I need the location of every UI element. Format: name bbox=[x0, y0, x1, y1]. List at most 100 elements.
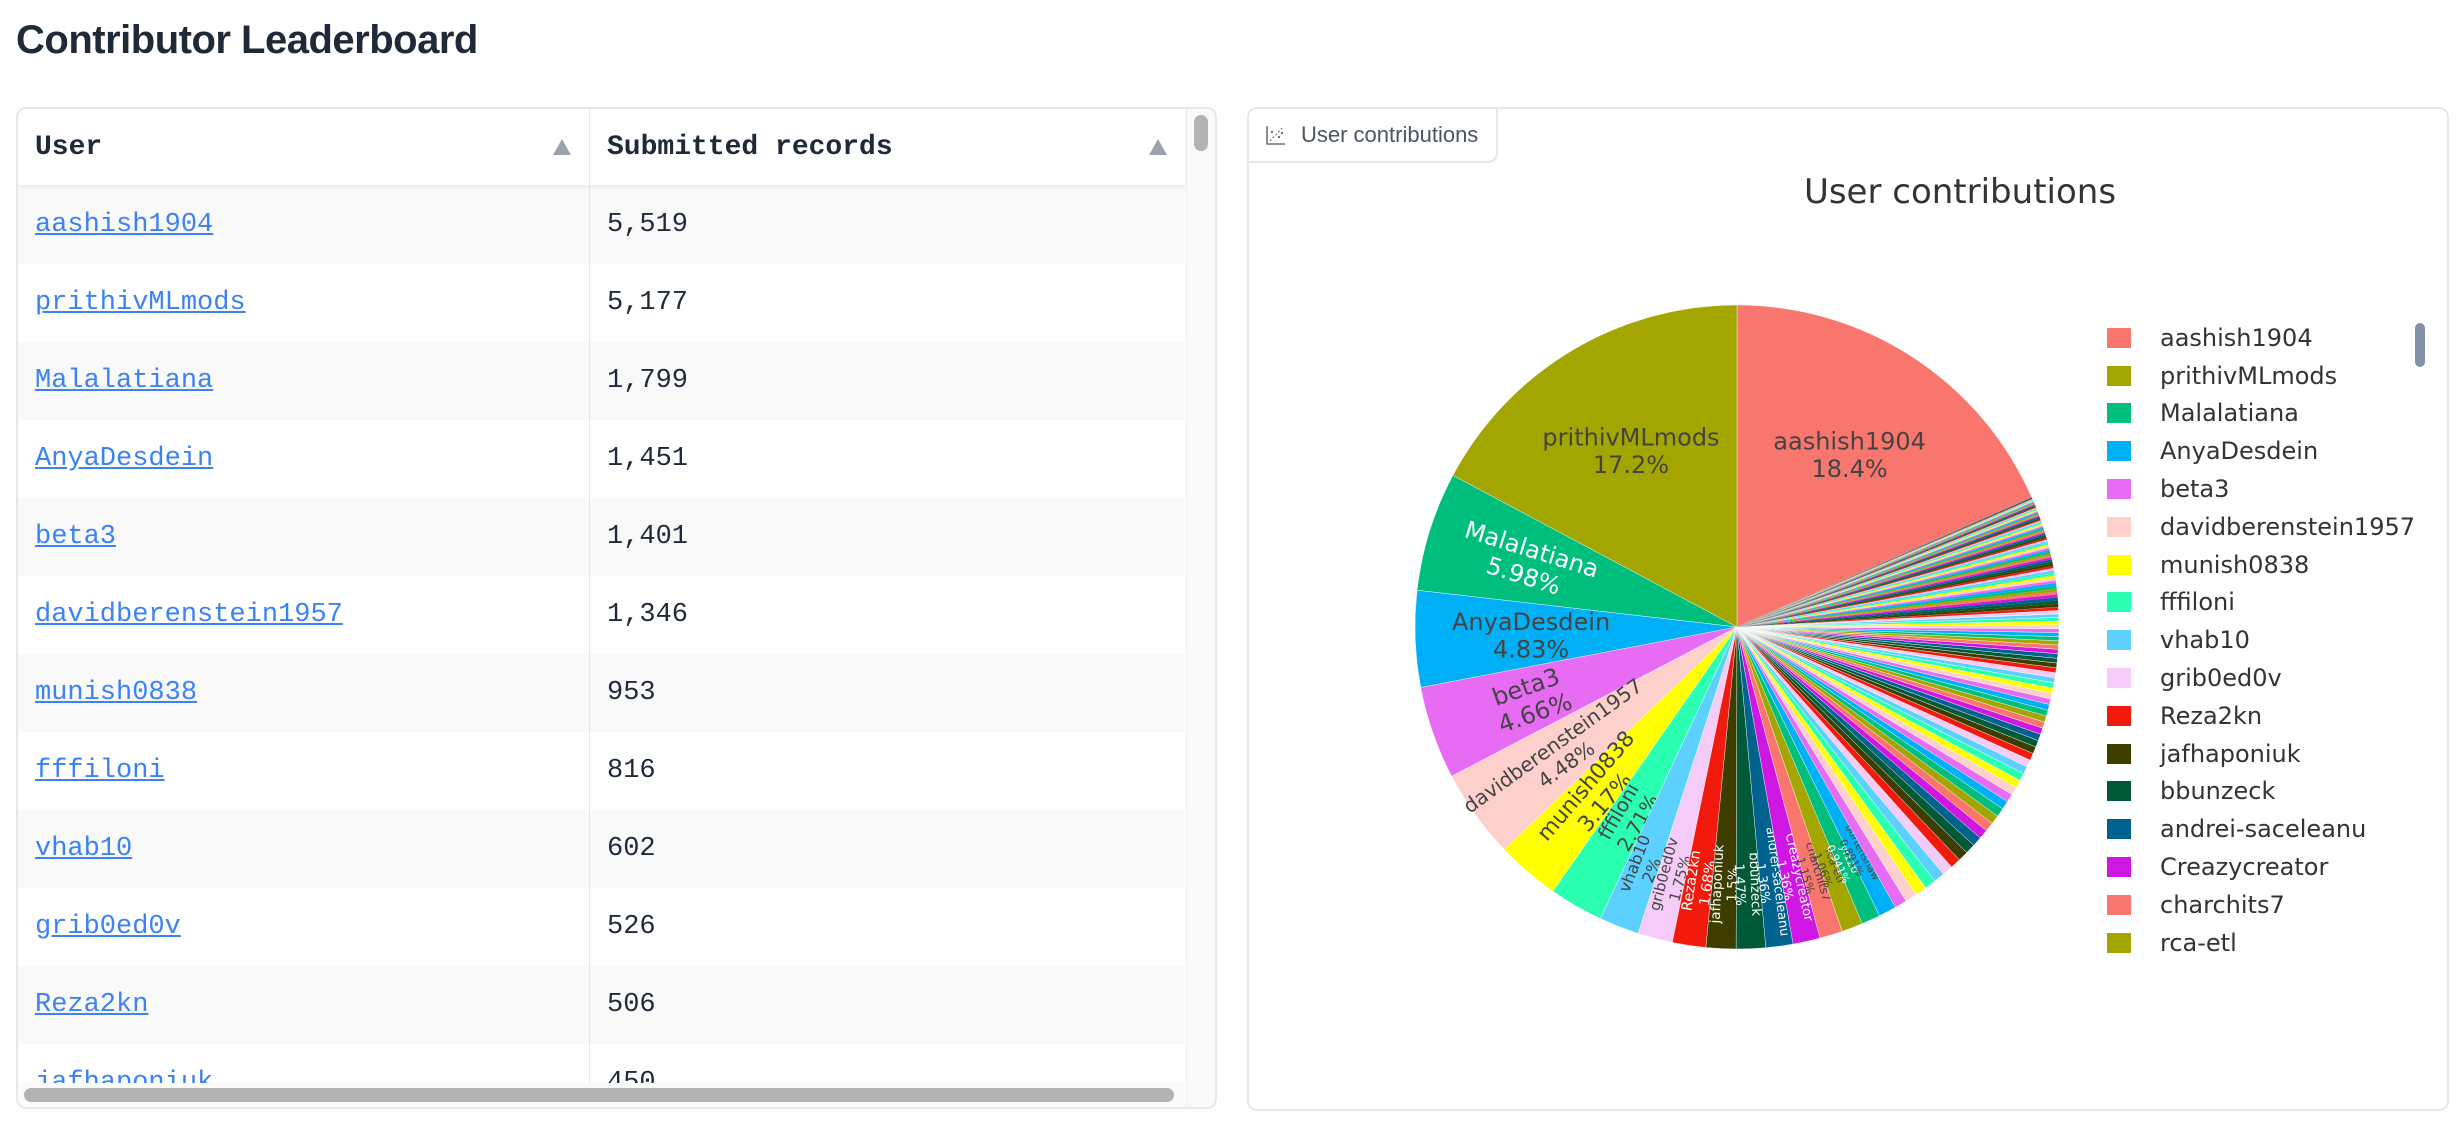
legend-swatch bbox=[2107, 705, 2131, 726]
legend-item[interactable]: aashish1904 bbox=[2099, 319, 2429, 357]
legend-swatch bbox=[2107, 743, 2131, 764]
cell-user: beta3 bbox=[18, 498, 590, 576]
legend-item[interactable]: beta3 bbox=[2099, 470, 2429, 508]
chart-icon bbox=[1266, 126, 1285, 145]
column-header-user[interactable]: User bbox=[18, 109, 590, 185]
legend-swatch bbox=[2107, 516, 2131, 537]
sort-ascending-icon[interactable] bbox=[553, 139, 571, 155]
legend-item[interactable]: andrei-saceleanu bbox=[2099, 810, 2429, 848]
sort-ascending-icon[interactable] bbox=[1149, 139, 1167, 155]
cell-user: Reza2kn bbox=[18, 966, 590, 1044]
legend-label: davidberenstein1957 bbox=[2160, 512, 2415, 541]
legend-item[interactable]: vhab10 bbox=[2099, 621, 2429, 659]
legend: aashish1904 prithivMLmods Malalatiana AnyaD… bbox=[2099, 319, 2429, 1054]
table-body: aashish1904 5,519 prithivMLmods 5,177 Mala… bbox=[18, 186, 1185, 1107]
legend-swatch bbox=[2107, 857, 2131, 878]
table-row: aashish1904 5,519 bbox=[18, 186, 1185, 264]
legend-label: grib0ed0v bbox=[2160, 664, 2282, 693]
horizontal-scrollbar[interactable] bbox=[18, 1083, 1185, 1107]
legend-swatch bbox=[2107, 365, 2131, 386]
legend-item[interactable]: charchits7 bbox=[2099, 886, 2429, 924]
legend-item[interactable]: Creazycreator bbox=[2099, 848, 2429, 886]
legend-label: aashish1904 bbox=[2160, 323, 2313, 352]
legend-label: bbunzeck bbox=[2160, 777, 2276, 806]
chart-title: User contributions bbox=[1803, 172, 2117, 212]
legend-label: fffiloni bbox=[2160, 588, 2235, 617]
user-link[interactable]: Malalatiana bbox=[35, 366, 213, 396]
cell-user: davidberenstein1957 bbox=[18, 576, 590, 654]
column-header-submitted-records[interactable]: Submitted records bbox=[590, 109, 1185, 185]
user-link[interactable]: grib0ed0v bbox=[35, 912, 181, 942]
vertical-scrollbar[interactable] bbox=[1186, 109, 1215, 1107]
cell-user: vhab10 bbox=[18, 810, 590, 888]
legend-swatch bbox=[2107, 403, 2131, 424]
cell-user: grib0ed0v bbox=[18, 888, 590, 966]
legend-scrollbar[interactable] bbox=[2415, 323, 2425, 367]
user-link[interactable]: aashish1904 bbox=[35, 210, 213, 240]
user-link[interactable]: vhab10 bbox=[35, 834, 132, 864]
table-row: prithivMLmods 5,177 bbox=[18, 264, 1185, 342]
cell-submitted-records: 953 bbox=[607, 678, 656, 708]
table-row: Malalatiana 1,799 bbox=[18, 342, 1185, 420]
cell-submitted-records: 1,799 bbox=[607, 366, 689, 396]
user-link[interactable]: prithivMLmods bbox=[35, 288, 246, 318]
cell-submitted-records: 816 bbox=[607, 756, 656, 786]
cell-user: aashish1904 bbox=[18, 186, 590, 264]
cell-user: AnyaDesdein bbox=[18, 420, 590, 498]
table-row: vhab10 602 bbox=[18, 810, 1185, 888]
legend-label: andrei-saceleanu bbox=[2160, 815, 2367, 844]
cell-user: Malalatiana bbox=[18, 342, 590, 420]
legend-item[interactable]: rca-etl bbox=[2099, 924, 2429, 962]
cell-user: prithivMLmods bbox=[18, 264, 590, 342]
legend-item[interactable]: Reza2kn bbox=[2099, 697, 2429, 735]
legend-item[interactable]: bbunzeck bbox=[2099, 773, 2429, 811]
legend-item[interactable]: fffiloni bbox=[2099, 584, 2429, 622]
legend-swatch bbox=[2107, 592, 2131, 613]
legend-swatch bbox=[2107, 479, 2131, 500]
legend-item[interactable]: grib0ed0v bbox=[2099, 659, 2429, 697]
user-link[interactable]: Reza2kn bbox=[35, 990, 148, 1020]
cell-user: munish0838 bbox=[18, 654, 590, 732]
page-title: Contributor Leaderboard bbox=[16, 18, 478, 62]
user-link[interactable]: beta3 bbox=[35, 522, 116, 552]
cell-submitted-records: 1,451 bbox=[607, 444, 689, 474]
table-row: grib0ed0v 526 bbox=[18, 888, 1185, 966]
legend-item[interactable]: AnyaDesdein bbox=[2099, 432, 2429, 470]
legend-item[interactable]: prithivMLmods bbox=[2099, 357, 2429, 395]
legend-item[interactable]: davidberenstein1957 bbox=[2099, 508, 2429, 546]
user-link[interactable]: munish0838 bbox=[35, 678, 197, 708]
legend-swatch bbox=[2107, 819, 2131, 840]
scrollbar-thumb[interactable] bbox=[1194, 115, 1208, 151]
table-row: fffiloni 816 bbox=[18, 732, 1185, 810]
column-label: User bbox=[35, 131, 103, 163]
column-label: Submitted records bbox=[607, 131, 893, 163]
user-link[interactable]: AnyaDesdein bbox=[35, 444, 213, 474]
chart-tab[interactable]: User contributions bbox=[1249, 109, 1499, 163]
legend-swatch bbox=[2107, 781, 2131, 802]
scrollbar-thumb[interactable] bbox=[24, 1088, 1174, 1102]
legend-item[interactable]: munish0838 bbox=[2099, 546, 2429, 584]
cell-user: fffiloni bbox=[18, 732, 590, 810]
legend-label: jafhaponiuk bbox=[2160, 739, 2301, 768]
legend-swatch bbox=[2107, 554, 2131, 575]
legend-label: charchits7 bbox=[2160, 890, 2285, 919]
chart-panel: User contributions aashish1904 18.4% prith… bbox=[1247, 107, 2449, 1111]
legend-label: prithivMLmods bbox=[2160, 361, 2338, 390]
leaderboard-table: User Submitted records aashish1904 5,519… bbox=[16, 107, 1217, 1109]
user-link[interactable]: fffiloni bbox=[35, 756, 165, 786]
legend-label: vhab10 bbox=[2160, 626, 2250, 655]
table-row: AnyaDesdein 1,451 bbox=[18, 420, 1185, 498]
cell-submitted-records: 602 bbox=[607, 834, 656, 864]
legend-item[interactable]: jafhaponiuk bbox=[2099, 735, 2429, 773]
legend-label: munish0838 bbox=[2160, 550, 2310, 579]
table-row: munish0838 953 bbox=[18, 654, 1185, 732]
legend-item[interactable]: Malalatiana bbox=[2099, 395, 2429, 433]
table-row: Reza2kn 506 bbox=[18, 966, 1185, 1044]
legend-label: AnyaDesdein bbox=[2160, 437, 2319, 466]
legend-label: Malalatiana bbox=[2160, 399, 2299, 428]
legend-swatch bbox=[2107, 630, 2131, 651]
cell-submitted-records: 5,177 bbox=[607, 288, 689, 318]
legend-swatch bbox=[2107, 441, 2131, 462]
user-link[interactable]: davidberenstein1957 bbox=[35, 600, 343, 630]
cell-submitted-records: 526 bbox=[607, 912, 656, 942]
